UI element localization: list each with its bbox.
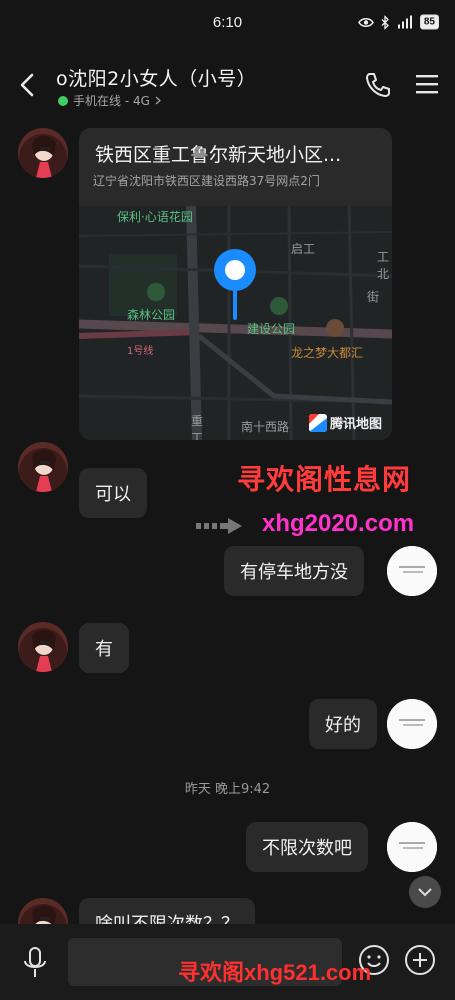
phone-call-icon[interactable] xyxy=(363,70,393,100)
map-preview[interactable]: 保利·心语花园 启工 工北 街 森林公园 建设公园 龙之梦大都汇 1号线 重工 … xyxy=(79,206,392,440)
map-label: 重工 xyxy=(191,414,204,440)
contact-avatar[interactable] xyxy=(18,442,68,492)
map-provider-label: 腾讯地图 xyxy=(329,417,382,432)
my-avatar[interactable] xyxy=(387,699,437,749)
message-timestamp: 昨天 晚上9:42 xyxy=(184,782,271,797)
message-bubble-outgoing[interactable]: 好的 xyxy=(309,699,377,749)
chevron-down-icon xyxy=(418,888,432,897)
status-icons: 85 xyxy=(357,14,439,30)
status-time: 6:10 xyxy=(212,13,243,31)
battery-icon: 85 xyxy=(419,14,439,30)
map-roads xyxy=(79,206,392,440)
watermark-site-url: xhg2020.com xyxy=(262,510,415,537)
message-bubble-incoming[interactable]: 有 xyxy=(79,623,129,673)
map-label: 建设公园 xyxy=(247,322,296,336)
chat-title[interactable]: o沈阳2小女人（小号） xyxy=(56,64,256,91)
my-avatar[interactable] xyxy=(387,822,437,872)
message-bubble-outgoing[interactable]: 有停车地方没 xyxy=(224,546,364,596)
avatar-image xyxy=(18,442,68,492)
map-label: 工北 xyxy=(377,250,390,281)
avatar-image xyxy=(387,822,437,872)
contact-avatar[interactable] xyxy=(18,622,68,672)
back-arrow-icon[interactable] xyxy=(14,70,40,100)
message-text: 好的 xyxy=(325,715,361,736)
location-title: 铁西区重工鲁尔新天地小区... xyxy=(95,144,342,166)
map-provider: 腾讯地图 xyxy=(308,413,382,432)
menu-icon[interactable] xyxy=(415,72,439,96)
watermark-site-name: 寻欢阁性息网 xyxy=(237,463,412,496)
online-dot-icon xyxy=(58,95,68,106)
location-address: 辽宁省沈阳市铁西区建设西路37号网点2门 xyxy=(93,174,320,188)
eye-icon xyxy=(357,17,374,27)
contact-avatar[interactable] xyxy=(18,128,68,178)
status-bar: 6:10 85 xyxy=(0,0,455,44)
map-label: 1号线 xyxy=(127,346,154,357)
message-text: 有停车地方没 xyxy=(240,562,348,583)
message-bubble-outgoing[interactable]: 不限次数吧 xyxy=(246,822,368,872)
map-label: 启工 xyxy=(291,242,316,256)
scroll-to-bottom-button[interactable] xyxy=(409,876,441,908)
plus-icon[interactable] xyxy=(404,944,436,976)
map-label: 龙之梦大都汇 xyxy=(291,346,364,360)
microphone-icon[interactable] xyxy=(20,946,50,980)
message-text: 不限次数吧 xyxy=(262,838,352,859)
map-label: 街 xyxy=(367,290,380,304)
avatar-image xyxy=(387,546,437,596)
map-label: 保利·心语花园 xyxy=(117,210,193,224)
tencent-map-logo-icon xyxy=(308,413,327,432)
message-text: 可以 xyxy=(95,484,131,505)
map-label: 南十西路 xyxy=(241,420,290,434)
message-bubble-incoming[interactable]: 可以 xyxy=(79,468,147,518)
avatar-image xyxy=(387,699,437,749)
arrow-right-icon xyxy=(196,518,242,534)
presence-text: 手机在线 - 4G xyxy=(73,94,150,108)
watermark-bottom: 寻欢阁xhg521.com xyxy=(178,960,372,985)
avatar-image xyxy=(18,128,68,178)
bluetooth-icon xyxy=(381,15,389,29)
chevron-right-icon xyxy=(155,96,161,105)
presence-status[interactable]: 手机在线 - 4G xyxy=(58,92,161,109)
location-card[interactable]: 铁西区重工鲁尔新天地小区... 辽宁省沈阳市铁西区建设西路37号网点2门 保利·… xyxy=(79,128,392,440)
message-text: 有 xyxy=(95,639,113,660)
location-pin-icon xyxy=(214,249,256,320)
signal-icon xyxy=(397,15,412,29)
avatar-image xyxy=(18,622,68,672)
chat-header: o沈阳2小女人（小号） 手机在线 - 4G xyxy=(0,52,455,116)
my-avatar[interactable] xyxy=(387,546,437,596)
map-label: 森林公园 xyxy=(127,308,176,322)
